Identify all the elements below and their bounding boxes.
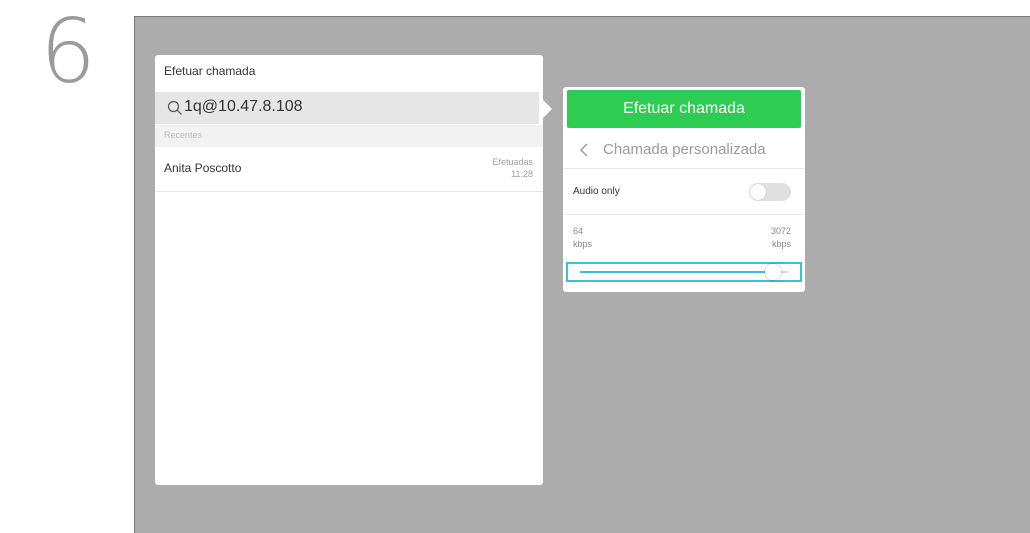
call-time: 11:28 <box>511 169 533 179</box>
contact-name: Anita Poscotto <box>164 161 242 175</box>
rate-max-value: 3072 <box>770 226 791 236</box>
custom-call-label: Chamada personalizada <box>603 141 766 158</box>
device-screen: Efetuar chamada 1q@10.47.8.108 Recentes … <box>134 16 1030 533</box>
call-rate-slider[interactable] <box>566 262 802 282</box>
rate-min-value: 64 <box>573 226 584 236</box>
audio-only-row: Audio only <box>563 169 805 215</box>
slider-thumb[interactable] <box>765 264 782 280</box>
slider-track <box>580 264 788 280</box>
rate-max: 3072 kbps <box>771 225 791 251</box>
audio-only-toggle[interactable] <box>749 183 791 201</box>
call-options-panel: Efetuar chamada Chamada personalizada Au… <box>563 87 805 292</box>
chevron-left-icon[interactable] <box>579 142 589 158</box>
toggle-knob <box>750 184 766 200</box>
call-panel: Efetuar chamada 1q@10.47.8.108 Recentes … <box>155 55 543 485</box>
step-number: 6 <box>40 0 96 103</box>
popover-pointer <box>543 100 552 118</box>
custom-call-row[interactable]: Chamada personalizada <box>563 131 805 169</box>
panel-title: Efetuar chamada <box>164 64 256 78</box>
rate-max-unit: kbps <box>771 239 791 249</box>
audio-only-label: Audio only <box>573 186 620 197</box>
call-type: Efetuadas <box>492 157 533 167</box>
contact-meta: Efetuadas 11:28 <box>492 156 533 180</box>
search-icon <box>167 100 183 116</box>
slider-fill <box>580 271 774 273</box>
rate-min: 64 kbps <box>573 225 592 251</box>
recent-header-label: Recentes <box>164 130 203 140</box>
recent-section-header <box>155 125 543 147</box>
place-call-button[interactable]: Efetuar chamada <box>567 90 801 128</box>
list-item[interactable]: Anita Poscotto Efetuadas 11:28 <box>155 147 543 192</box>
search-field[interactable]: 1q@10.47.8.108 <box>155 92 539 124</box>
rate-min-unit: kbps <box>573 239 593 249</box>
search-input-value[interactable]: 1q@10.47.8.108 <box>184 98 303 116</box>
